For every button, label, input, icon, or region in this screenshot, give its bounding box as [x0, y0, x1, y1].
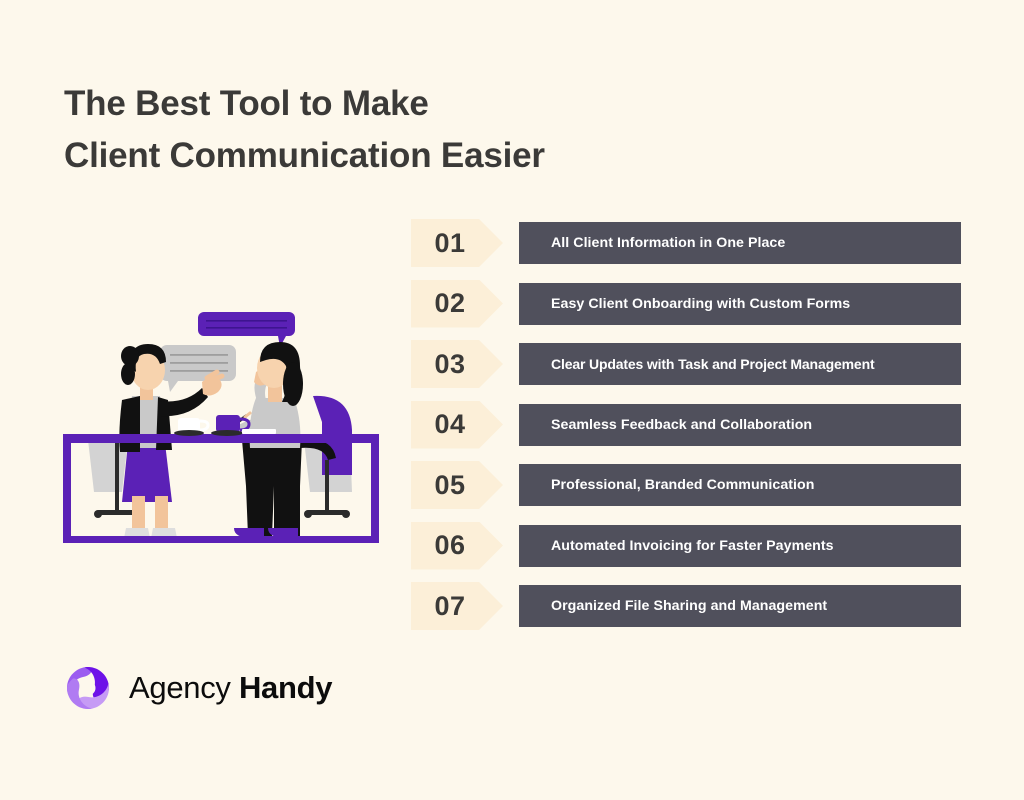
- feature-bar-04[interactable]: Seamless Feedback and Collaboration: [519, 403, 961, 446]
- feature-number-badge-01: 01: [411, 219, 503, 267]
- feature-row-01[interactable]: 01 All Client Information in One Place: [411, 219, 961, 267]
- infographic-page: The Best Tool to Make Client Communicati…: [0, 0, 1024, 800]
- feature-number-05: 05: [434, 469, 466, 500]
- agency-handy-logo-icon: [64, 664, 112, 712]
- feature-label-06: Automated Invoicing for Faster Payments: [551, 537, 834, 554]
- feature-number-02: 02: [434, 288, 466, 318]
- feature-bar-02[interactable]: Easy Client Onboarding with Custom Forms: [519, 282, 961, 325]
- brand-name-agency: Agency: [129, 670, 231, 705]
- paper-sheet: [242, 429, 276, 434]
- feature-label-04: Seamless Feedback and Collaboration: [551, 416, 813, 433]
- feature-bar-01[interactable]: All Client Information in One Place: [519, 222, 961, 264]
- feature-list: 01 All Client Information in One Place 0…: [411, 219, 961, 643]
- feature-row-03[interactable]: 03 Clear Updates with Task and Project M…: [411, 340, 961, 388]
- feature-row-07[interactable]: 07 Organized File Sharing and Management: [411, 582, 961, 630]
- chair-right: [300, 395, 352, 518]
- speech-bubble-purple: [198, 312, 295, 347]
- feature-row-06[interactable]: 06 Automated Invoicing for Faster Paymen…: [411, 521, 961, 570]
- page-title-line-1: The Best Tool to Make: [64, 84, 429, 123]
- feature-number-01: 01: [434, 227, 466, 258]
- feature-number-06: 06: [434, 530, 466, 560]
- feature-number-badge-03: 03: [411, 340, 503, 388]
- feature-bar-07[interactable]: Organized File Sharing and Management: [519, 585, 961, 627]
- feature-row-05[interactable]: 05 Professional, Branded Communication: [411, 461, 961, 509]
- brand-logo[interactable]: Agency Handy: [64, 664, 332, 712]
- feature-number-03: 03: [434, 348, 466, 379]
- page-title: The Best Tool to Make Client Communicati…: [64, 78, 704, 182]
- brand-name: Agency Handy: [129, 670, 332, 706]
- feature-number-04: 04: [434, 409, 466, 439]
- feature-label-07: Organized File Sharing and Management: [551, 598, 828, 614]
- feature-label-03: Clear Updates with Task and Project Mana…: [551, 356, 875, 372]
- feature-label-01: All Client Information in One Place: [551, 235, 786, 251]
- speech-bubble-gray: [160, 345, 236, 392]
- meeting-illustration: [60, 300, 385, 545]
- feature-number-badge-06: 06: [411, 521, 503, 570]
- feature-number-badge-02: 02: [411, 279, 503, 328]
- page-title-line-2: Client Communication Easier: [64, 136, 545, 175]
- feature-number-badge-07: 07: [411, 582, 503, 630]
- coffee-cup-white: [174, 418, 210, 436]
- feature-number-07: 07: [434, 590, 466, 621]
- feature-row-02[interactable]: 02 Easy Client Onboarding with Custom Fo…: [411, 279, 961, 328]
- feature-label-05: Professional, Branded Communication: [551, 477, 815, 493]
- brand-name-handy: Handy: [238, 670, 333, 705]
- feature-bar-06[interactable]: Automated Invoicing for Faster Payments: [519, 524, 961, 567]
- feature-bar-03[interactable]: Clear Updates with Task and Project Mana…: [519, 343, 961, 385]
- feature-row-04[interactable]: 04 Seamless Feedback and Collaboration: [411, 400, 961, 449]
- feature-label-02: Easy Client Onboarding with Custom Forms: [551, 295, 851, 312]
- feature-number-badge-05: 05: [411, 461, 503, 509]
- feature-bar-05[interactable]: Professional, Branded Communication: [519, 464, 961, 506]
- feature-number-badge-04: 04: [411, 400, 503, 449]
